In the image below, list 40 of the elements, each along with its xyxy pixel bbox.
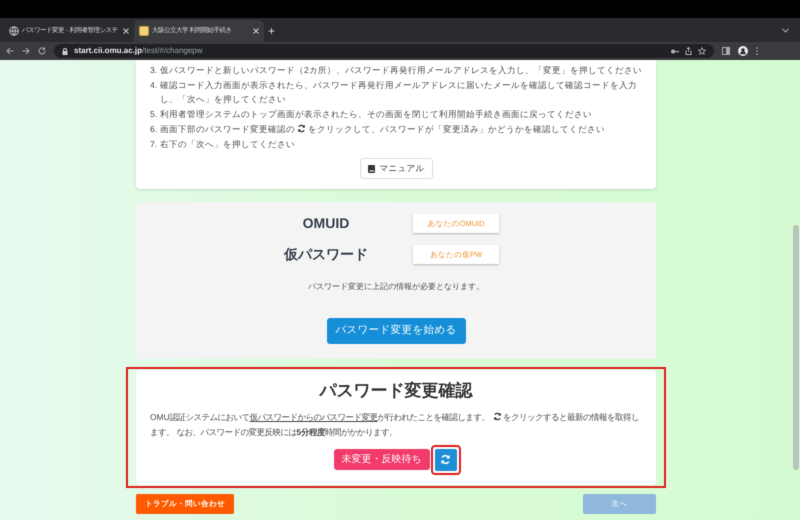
forward-icon[interactable] [22,47,30,55]
step-text: 仮パスワードと新しいパスワード（2カ所）、パスワード再発行用メールアドレスを入力し、「変更」を押してください [160,64,642,77]
close-icon[interactable] [253,28,259,34]
star-icon[interactable] [698,47,706,55]
site-logo-icon [139,26,149,36]
url-text: start.cii.omu.ac.jp/test/#/changepw [74,45,203,57]
step-number: 5. [150,108,158,121]
step-text: 確認コード入力画面が表示されたら、パスワード再発行用メールアドレスに届いたメールを確認して確認コードを入力し、「次へ」を押してください [160,79,638,106]
step-number: 4. [150,79,158,92]
refresh-icon [297,124,306,133]
lock-icon [62,48,68,54]
field-label: 仮パスワード [282,245,369,264]
book-icon [368,164,374,172]
manual-button[interactable]: マニュアル [360,158,432,179]
status-badge: 未変更・反映待ち [334,449,430,470]
step-text: 利用者管理システムのトップ画面が表示されたら、その画面を閉じて利用開始手続き画面に戻ってください [160,108,592,121]
profile-icon[interactable] [738,46,748,56]
key-icon[interactable] [671,48,679,54]
address-bar[interactable]: start.cii.omu.ac.jp/test/#/changepw [54,44,714,58]
share-icon[interactable] [685,47,692,55]
close-icon[interactable] [123,28,129,34]
step-number: 7. [150,138,158,151]
step-number: 3. [150,64,158,77]
globe-icon [9,26,19,36]
start-button[interactable]: パスワード変更を始める [326,318,466,344]
reload-icon[interactable] [38,47,46,55]
back-icon[interactable] [6,47,14,55]
underlined-link[interactable]: 仮パスワードからのパスワード変更 [250,412,378,422]
step-text: 右下の「次へ」を押してください [160,138,295,151]
step-text: 画面下部のパスワード変更確認の をクリックして、パスワードが「変更済み」かどうかを確認してください [160,123,605,136]
info-text: パスワード変更に上記の情報が必要となります。 [308,281,484,293]
refresh-icon [440,454,451,465]
step-number: 6. [150,123,158,136]
description-text: OMU認証システムにおいて仮パスワードからのパスワード変更が行われたことを確認します。 をクリックすると最新の情報を取得します。 なお、パスワードの変更反映には5分程度時間がかかります。 [150,410,640,438]
refresh-icon [492,412,502,420]
chevron-down-icon[interactable] [782,28,789,33]
field-label: OMUID [302,214,350,233]
side-panel-icon[interactable] [722,47,730,55]
new-tab-button[interactable]: + [268,25,276,37]
section-title: パスワード変更確認 [320,380,472,402]
